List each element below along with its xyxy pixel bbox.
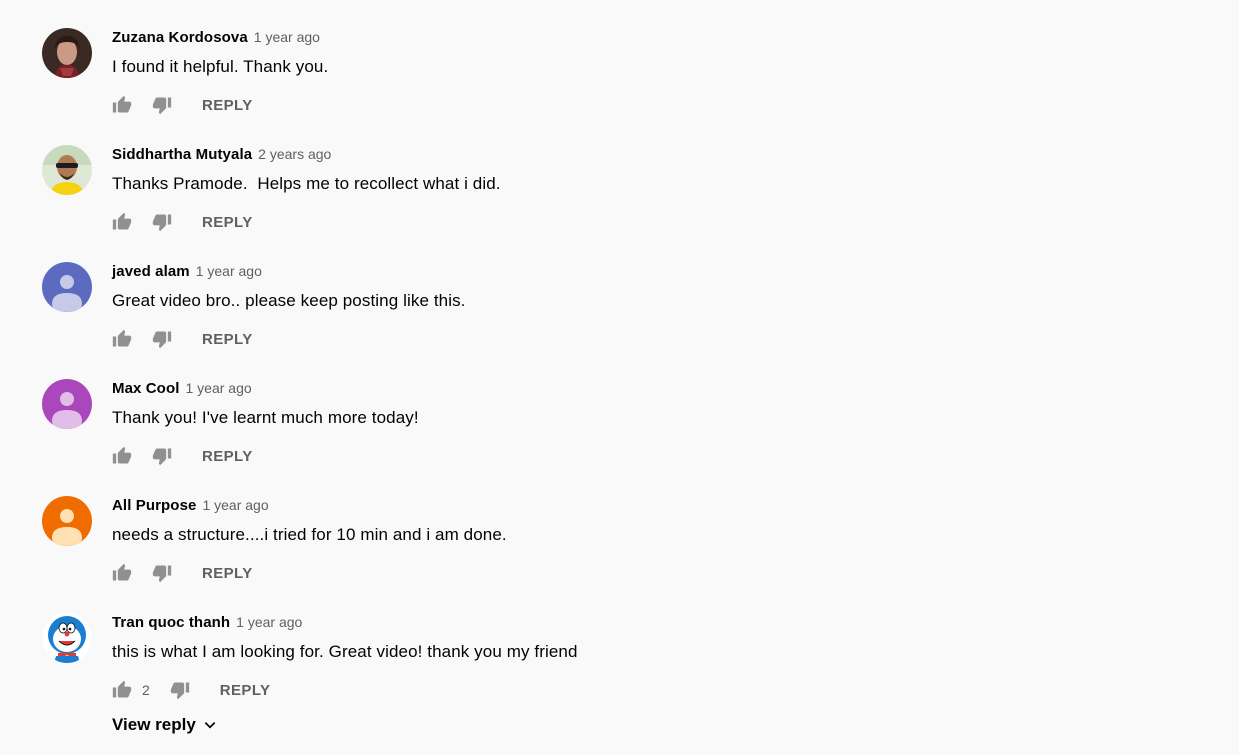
comment-actions: REPLY [112, 95, 253, 115]
thumbs-down-icon [152, 331, 172, 349]
thumbs-down-icon [152, 448, 172, 466]
like-count: 2 [142, 682, 150, 698]
avatar[interactable] [42, 262, 92, 312]
thumbs-down-icon [170, 682, 189, 700]
reply-button[interactable]: REPLY [202, 97, 253, 114]
chevron-down-icon [202, 717, 218, 733]
dislike-button[interactable] [170, 680, 190, 700]
comment-author[interactable]: All Purpose [112, 497, 196, 514]
reply-button[interactable]: REPLY [220, 682, 271, 699]
comment-item: Max Cool 1 year ago Thank you! I've lear… [0, 351, 1239, 468]
dislike-button[interactable] [152, 212, 172, 232]
thumbs-down-icon [152, 214, 172, 232]
view-replies-label: View reply [112, 715, 196, 734]
comment-text: I found it helpful. Thank you. [112, 57, 329, 76]
comment-timestamp[interactable]: 1 year ago [254, 29, 320, 45]
like-button[interactable] [112, 446, 132, 466]
comment-actions: REPLY [112, 446, 253, 466]
comment-item: All Purpose 1 year ago needs a structure… [0, 468, 1239, 585]
thumbs-up-icon [112, 680, 132, 698]
avatar[interactable] [42, 145, 92, 195]
comment-author[interactable]: Tran quoc thanh [112, 614, 230, 631]
doraemon-cartoon-icon [42, 613, 92, 663]
reply-button[interactable]: REPLY [202, 331, 253, 348]
reply-button[interactable]: REPLY [202, 448, 253, 465]
comment-actions: REPLY [112, 329, 253, 349]
comment-author[interactable]: Zuzana Kordosova [112, 29, 248, 46]
comment-actions: 2 REPLY [112, 680, 270, 700]
avatar[interactable] [42, 613, 92, 663]
comment-item: Siddhartha Mutyala 2 years ago Thanks Pr… [0, 117, 1239, 234]
default-user-icon [42, 496, 92, 546]
like-button[interactable] [112, 680, 132, 700]
avatar[interactable] [42, 496, 92, 546]
comment-timestamp[interactable]: 1 year ago [185, 380, 251, 396]
comment-timestamp[interactable]: 2 years ago [258, 146, 331, 162]
dislike-button[interactable] [152, 446, 172, 466]
default-user-icon [42, 379, 92, 429]
comment-item: javed alam 1 year ago Great video bro.. … [0, 234, 1239, 351]
dislike-button[interactable] [152, 95, 172, 115]
thumbs-up-icon [112, 446, 132, 464]
avatar[interactable] [42, 28, 92, 78]
comment-author[interactable]: Siddhartha Mutyala [112, 146, 252, 163]
like-button[interactable] [112, 563, 132, 583]
reply-button[interactable]: REPLY [202, 565, 253, 582]
comment-text: Great video bro.. please keep posting li… [112, 291, 466, 310]
thumbs-down-icon [152, 97, 172, 115]
comment-text: Thank you! I've learnt much more today! [112, 408, 419, 427]
comment-text: this is what I am looking for. Great vid… [112, 642, 578, 661]
thumbs-up-icon [112, 95, 132, 113]
thumbs-up-icon [112, 212, 132, 230]
comment-timestamp[interactable]: 1 year ago [196, 263, 262, 279]
comment-item: Tran quoc thanh 1 year ago this is what … [0, 585, 1239, 702]
thumbs-up-icon [112, 329, 132, 347]
comment-text: Thanks Pramode. Helps me to recollect wh… [112, 174, 501, 193]
thumbs-up-icon [112, 563, 132, 581]
reply-button[interactable]: REPLY [202, 214, 253, 231]
comment-timestamp[interactable]: 1 year ago [202, 497, 268, 513]
like-button[interactable] [112, 212, 132, 232]
man-photo-icon [42, 145, 92, 195]
comment-actions: REPLY [112, 563, 253, 583]
woman-photo-icon [42, 28, 92, 78]
comment-author[interactable]: javed alam [112, 263, 190, 280]
like-button[interactable] [112, 329, 132, 349]
default-user-icon [42, 262, 92, 312]
like-button[interactable] [112, 95, 132, 115]
thumbs-down-icon [152, 565, 172, 583]
dislike-button[interactable] [152, 329, 172, 349]
comment-actions: REPLY [112, 212, 253, 232]
avatar[interactable] [42, 379, 92, 429]
dislike-button[interactable] [152, 563, 172, 583]
comment-item: Zuzana Kordosova 1 year ago I found it h… [0, 0, 1239, 117]
comment-text: needs a structure....i tried for 10 min … [112, 525, 507, 544]
comment-timestamp[interactable]: 1 year ago [236, 614, 302, 630]
comment-author[interactable]: Max Cool [112, 380, 179, 397]
view-replies-button[interactable]: View reply [112, 714, 218, 736]
